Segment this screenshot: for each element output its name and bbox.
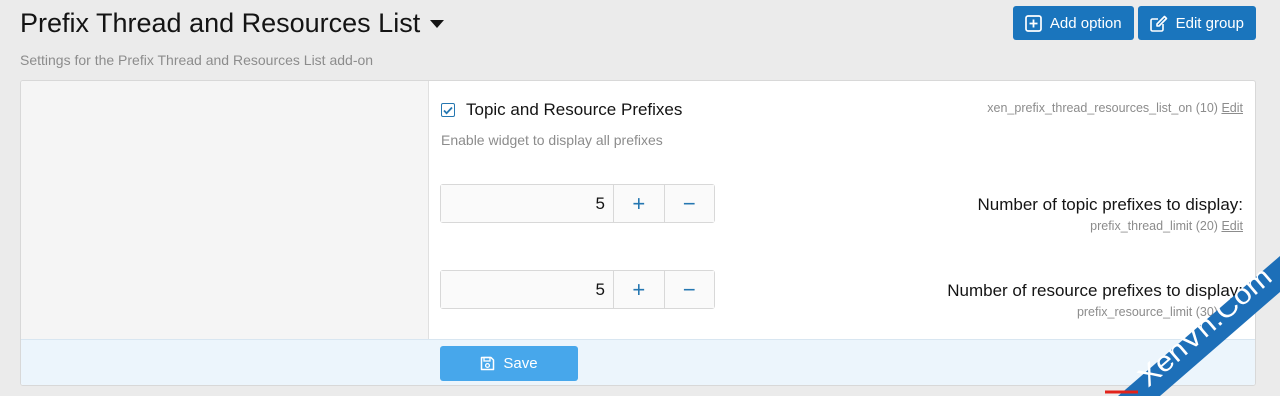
plus-square-icon <box>1025 14 1042 32</box>
prefixes-checkbox[interactable] <box>441 103 455 117</box>
toggle-option-edit-link[interactable]: Edit <box>1221 101 1243 115</box>
thread-limit-input[interactable] <box>441 185 613 222</box>
thread-limit-edit-link[interactable]: Edit <box>1221 219 1243 233</box>
page-title: Prefix Thread and Resources List <box>20 6 445 40</box>
toggle-option-label: xen_prefix_thread_resources_list_on (10)… <box>987 97 1243 116</box>
edit-group-label: Edit group <box>1175 14 1244 32</box>
check-icon <box>443 106 453 115</box>
resource-limit-code: prefix_resource_limit (30) <box>1076 305 1218 319</box>
toggle-option-code: xen_prefix_thread_resources_list_on (10) <box>987 101 1218 115</box>
save-button[interactable]: Save <box>440 346 578 381</box>
labels-column <box>21 81 429 339</box>
caret-down-icon[interactable] <box>430 20 445 28</box>
page-description: Settings for the Prefix Thread and Resou… <box>20 52 374 68</box>
edit-group-button[interactable]: Edit group <box>1137 6 1256 40</box>
prefixes-checkbox-row[interactable]: Topic and Resource Prefixes <box>441 100 682 120</box>
resource-limit-edit-link[interactable]: Edit <box>1221 305 1243 319</box>
resource-limit-input[interactable] <box>441 271 613 308</box>
thread-limit-title: Number of topic prefixes to display: <box>977 195 1243 214</box>
thread-limit-code: prefix_thread_limit (20) <box>1090 219 1218 233</box>
page-title-text: Prefix Thread and Resources List <box>20 8 421 38</box>
prefixes-checkbox-hint: Enable widget to display all prefixes <box>441 132 663 148</box>
save-button-label: Save <box>503 355 538 372</box>
edit-icon <box>1149 15 1167 32</box>
header-actions: Add option Edit group <box>1012 6 1256 40</box>
thread-limit-stepper: + − <box>440 184 715 223</box>
thread-limit-increment-button[interactable]: + <box>613 185 664 222</box>
resource-limit-stepper: + − <box>440 270 715 309</box>
add-option-label: Add option <box>1049 14 1122 32</box>
thread-limit-decrement-button[interactable]: − <box>663 185 714 222</box>
submit-row: Save <box>21 339 1255 385</box>
resource-limit-title: Number of resource prefixes to display: <box>947 281 1243 300</box>
options-block: xen_prefix_thread_resources_list_on (10)… <box>20 80 1256 386</box>
resource-limit-increment-button[interactable]: + <box>613 271 664 308</box>
resource-limit-label: Number of resource prefixes to display: … <box>947 281 1243 320</box>
resource-limit-decrement-button[interactable]: − <box>663 271 714 308</box>
add-option-button[interactable]: Add option <box>1012 6 1134 40</box>
thread-limit-label: Number of topic prefixes to display: pre… <box>977 195 1243 234</box>
page-header: Prefix Thread and Resources List Setting… <box>20 6 445 68</box>
save-icon <box>481 356 495 371</box>
prefixes-checkbox-label[interactable]: Topic and Resource Prefixes <box>466 100 682 120</box>
